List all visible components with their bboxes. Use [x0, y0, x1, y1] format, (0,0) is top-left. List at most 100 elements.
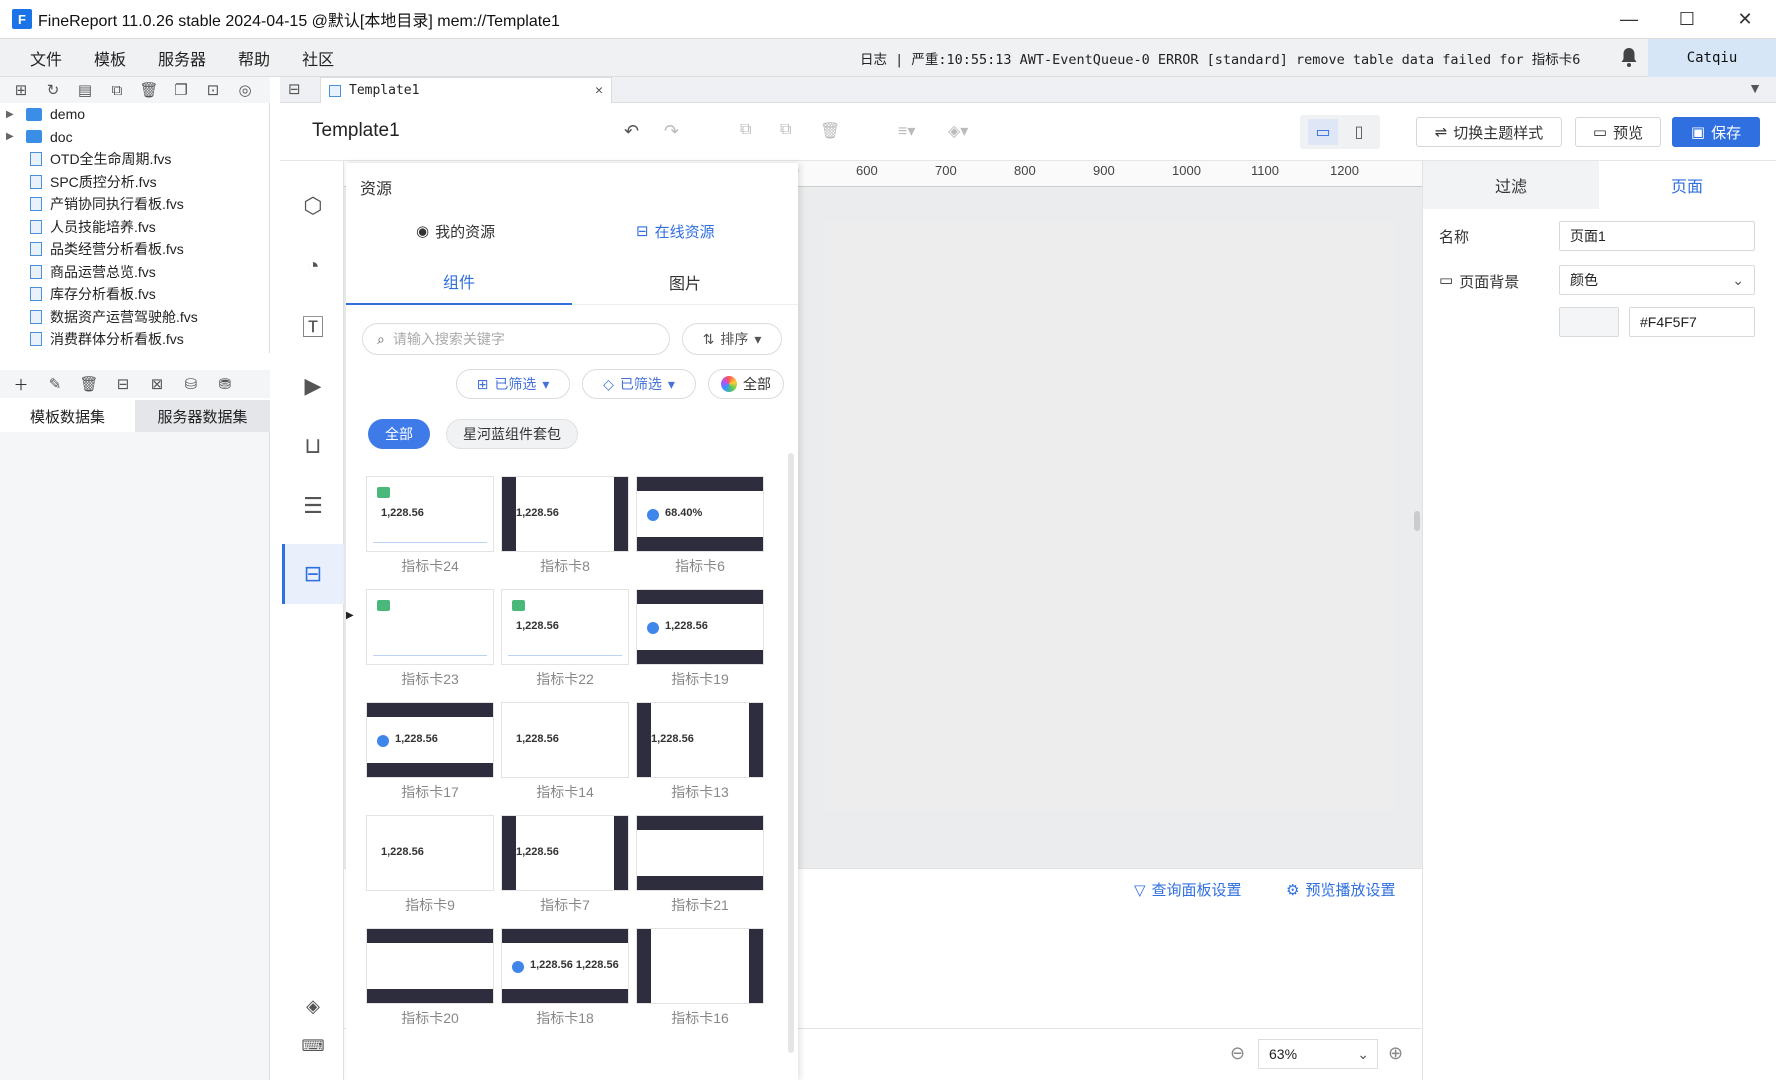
tab-online-resources[interactable]: ⊟ 在线资源: [636, 213, 715, 249]
delete-icon[interactable]: 🗑: [138, 79, 160, 101]
preview-button[interactable]: ▭ 预览: [1575, 117, 1661, 147]
scrollbar-handle[interactable]: [1414, 511, 1420, 531]
component-card[interactable]: 指标卡23: [366, 589, 494, 689]
new-folder-icon[interactable]: ⊞: [10, 79, 32, 101]
add-dataset-icon[interactable]: ＋: [10, 373, 32, 395]
save-button[interactable]: ▣ 保存: [1672, 117, 1760, 147]
mobile-view-icon[interactable]: ▯: [1344, 119, 1374, 145]
database-settings-icon[interactable]: ⛃: [214, 373, 236, 395]
open-icon[interactable]: ▤: [74, 79, 96, 101]
cube-icon[interactable]: ⬡: [298, 191, 328, 221]
tree-file[interactable]: 人员技能培养.fvs: [0, 216, 269, 239]
component-card[interactable]: 指标卡21: [636, 815, 764, 915]
component-card[interactable]: 1,228.56 指标卡8: [501, 476, 629, 576]
tree-file[interactable]: 品类经营分析看板.fvs: [0, 238, 269, 261]
component-card[interactable]: 1,228.56 指标卡22: [501, 589, 629, 689]
page-canvas[interactable]: [824, 221, 1394, 811]
text-icon[interactable]: 🅃: [298, 311, 328, 341]
resource-scrollbar[interactable]: [788, 453, 794, 1053]
component-card[interactable]: 1,228.56 指标卡13: [636, 702, 764, 802]
tree-folder-demo[interactable]: ▶ demo: [0, 103, 269, 126]
minimize-button[interactable]: —: [1600, 0, 1658, 39]
tree-file[interactable]: SPC质控分析.fvs: [0, 171, 269, 194]
tab-components[interactable]: 组件: [346, 259, 572, 305]
tab-my-resources[interactable]: ◉ 我的资源: [416, 213, 495, 249]
collapse-arrow-icon[interactable]: ▶: [346, 610, 354, 621]
expand-arrow-icon[interactable]: ▶: [6, 131, 20, 142]
copy-icon[interactable]: ❐: [170, 79, 192, 101]
component-card[interactable]: 68.40% 指标卡6: [636, 476, 764, 576]
inbox-icon[interactable]: ⊔: [298, 431, 328, 461]
menu-help[interactable]: 帮助: [222, 46, 286, 70]
redo-icon[interactable]: ↷: [664, 121, 679, 142]
tree-file[interactable]: 产销协同执行看板.fvs: [0, 193, 269, 216]
tab-page[interactable]: 页面: [1599, 161, 1775, 209]
tab-filter[interactable]: 过滤: [1423, 161, 1599, 209]
delete-component-icon[interactable]: 🗑: [820, 121, 840, 141]
preview-play-settings[interactable]: ⚙ 预览播放设置: [1286, 879, 1395, 900]
resource-search-input[interactable]: ⌕ 请输入搜索关键字: [362, 323, 670, 355]
keyboard-icon[interactable]: ⌨: [298, 1031, 328, 1061]
bell-icon[interactable]: [1620, 47, 1642, 69]
tab-template-dataset[interactable]: 模板数据集: [0, 400, 135, 432]
component-card[interactable]: 1,228.56 指标卡7: [501, 815, 629, 915]
maximize-button[interactable]: ☐: [1658, 0, 1716, 39]
background-type-select[interactable]: 颜色 ⌄: [1559, 265, 1755, 295]
pill-all[interactable]: 全部: [368, 419, 430, 449]
tree-folder-doc[interactable]: ▶ doc: [0, 126, 269, 149]
edit-icon[interactable]: ✎: [44, 373, 66, 395]
menu-community[interactable]: 社区: [286, 46, 350, 70]
zoom-in-icon[interactable]: ⊕: [1388, 1043, 1403, 1064]
layer-order-icon[interactable]: ◈▾: [948, 121, 968, 141]
copy-component-icon[interactable]: ⧉: [740, 121, 751, 139]
component-card[interactable]: 1,228.56 指标卡17: [366, 702, 494, 802]
delete-dataset-icon[interactable]: 🗑: [78, 373, 100, 395]
resource-box-icon[interactable]: ⊟: [298, 559, 328, 589]
filter-color[interactable]: 全部: [708, 369, 784, 399]
component-card[interactable]: 1,228.56 指标卡9: [366, 815, 494, 915]
table-icon[interactable]: ☰: [298, 491, 328, 521]
component-card[interactable]: 1,228.56 1,228.56 指标卡18: [501, 928, 629, 1028]
undo-icon[interactable]: ↶: [624, 121, 639, 142]
align-icon[interactable]: ≡▾: [898, 121, 915, 141]
component-card[interactable]: 指标卡16: [636, 928, 764, 1028]
tree-file[interactable]: OTD全生命周期.fvs: [0, 148, 269, 171]
desktop-view-icon[interactable]: ▭: [1308, 119, 1338, 145]
filter-category[interactable]: ⊞ 已筛选 ▾: [456, 369, 570, 399]
template-list-icon[interactable]: ⊟: [288, 80, 301, 98]
tree-file[interactable]: 消费群体分析看板.fvs: [0, 328, 269, 351]
page-name-input[interactable]: 页面1: [1559, 221, 1755, 251]
color-swatch[interactable]: [1559, 307, 1619, 337]
lock-icon[interactable]: ⊡: [202, 79, 224, 101]
tab-server-dataset[interactable]: 服务器数据集: [135, 400, 270, 432]
component-card[interactable]: 1,228.56 指标卡19: [636, 589, 764, 689]
component-card[interactable]: 1,228.56 指标卡14: [501, 702, 629, 802]
close-window-button[interactable]: ✕: [1716, 0, 1774, 39]
expand-arrow-icon[interactable]: ▶: [6, 109, 20, 120]
tab-template1[interactable]: Template1 ✕: [320, 77, 612, 103]
dataset-icon[interactable]: ⊠: [146, 373, 168, 395]
media-icon[interactable]: ▶: [298, 371, 328, 401]
tree-file[interactable]: 数据资产运营驾驶舱.fvs: [0, 306, 269, 329]
tab-images[interactable]: 图片: [572, 259, 798, 305]
menu-server[interactable]: 服务器: [142, 46, 222, 70]
component-card[interactable]: 指标卡20: [366, 928, 494, 1028]
zoom-out-icon[interactable]: ⊖: [1230, 1043, 1245, 1064]
query-panel-settings[interactable]: ▽ 查询面板设置: [1134, 879, 1242, 900]
close-tab-icon[interactable]: ✕: [595, 83, 603, 98]
paste-icon[interactable]: ⧉: [780, 121, 791, 139]
layers-icon[interactable]: ◈: [298, 991, 328, 1021]
tree-file[interactable]: 商品运营总览.fvs: [0, 261, 269, 284]
tab-menu-icon[interactable]: ▼: [1748, 80, 1762, 96]
pill-galaxy-blue-pack[interactable]: 星河蓝组件套包: [446, 419, 578, 449]
sort-button[interactable]: ⇅ 排序 ▾: [682, 323, 782, 355]
export-icon[interactable]: ⧉: [106, 79, 128, 101]
filter-tag[interactable]: ◇ 已筛选 ▾: [582, 369, 696, 399]
color-hex-input[interactable]: #F4F5F7: [1629, 307, 1755, 337]
menu-file[interactable]: 文件: [14, 46, 78, 70]
locate-icon[interactable]: ◎: [234, 79, 256, 101]
preview-data-icon[interactable]: ⊟: [112, 373, 134, 395]
menu-template[interactable]: 模板: [78, 46, 142, 70]
zoom-select[interactable]: 63% ⌄: [1258, 1039, 1378, 1069]
user-account[interactable]: Catqiu: [1648, 39, 1776, 77]
